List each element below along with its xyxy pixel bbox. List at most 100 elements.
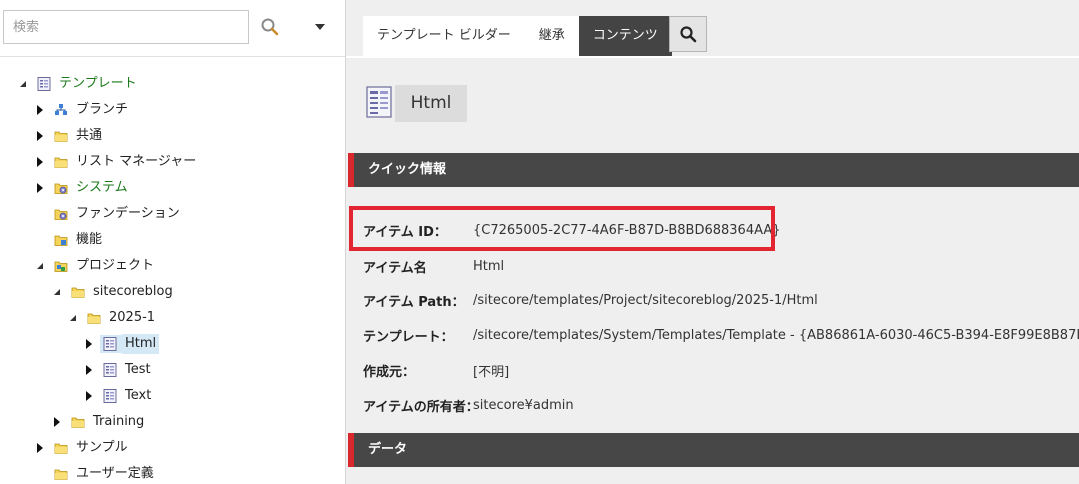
- tree-node-label[interactable]: ブランチ: [73, 100, 131, 120]
- tree-node[interactable]: テンプレート: [18, 73, 140, 95]
- tree-node[interactable]: Test: [84, 359, 154, 381]
- folder-icon: [87, 311, 101, 325]
- tree-node[interactable]: 機能: [35, 229, 105, 251]
- info-key: 作成元：: [363, 364, 416, 380]
- folder-icon: [71, 285, 85, 299]
- editor-tabs: テンプレート ビルダー 継承 コンテンツ: [363, 16, 672, 56]
- collapsed-arrow-icon[interactable]: [84, 385, 94, 407]
- tree-node-label[interactable]: プロジェクト: [73, 256, 157, 276]
- tree-node[interactable]: 共通: [35, 125, 105, 147]
- tree-node-label[interactable]: ファンデーション: [73, 204, 183, 224]
- tree-node[interactable]: Training: [52, 411, 147, 433]
- tab-template-builder[interactable]: テンプレート ビルダー: [363, 16, 525, 56]
- template-icon: [37, 77, 51, 91]
- quick-info-header[interactable]: クイック情報: [348, 153, 1079, 187]
- info-value: [不明]: [473, 364, 510, 380]
- tree-node[interactable]: プロジェクト: [35, 255, 157, 277]
- highlight-annotation: [349, 206, 775, 251]
- tree-node-label[interactable]: sitecoreblog: [90, 282, 176, 302]
- tree-node-label[interactable]: Html: [122, 334, 160, 354]
- tree-node[interactable]: ファンデーション: [35, 203, 183, 225]
- tree-node-label[interactable]: Test: [122, 360, 154, 380]
- info-value: sitecore¥admin: [473, 397, 574, 413]
- tree-node[interactable]: Html: [84, 333, 160, 355]
- quick-info-row: テンプレート： /sitecore/templates/System/Templa…: [363, 325, 1079, 345]
- tab-inheritance[interactable]: 継承: [524, 16, 579, 56]
- tab-content[interactable]: コンテンツ: [578, 16, 672, 56]
- tree-node-label[interactable]: Training: [90, 412, 147, 432]
- tree-node[interactable]: ユーザー定義: [35, 463, 157, 484]
- expanded-arrow-icon[interactable]: [52, 281, 62, 303]
- tree-node-label[interactable]: リスト マネージャー: [73, 152, 199, 172]
- search-input[interactable]: [3, 10, 249, 44]
- folder-icon: [54, 467, 68, 481]
- tree-node-label[interactable]: 機能: [73, 230, 105, 250]
- collapsed-arrow-icon[interactable]: [84, 359, 94, 381]
- tab-search-button[interactable]: [669, 16, 707, 52]
- tree-node-label[interactable]: システム: [73, 178, 131, 198]
- template-icon: [103, 363, 117, 377]
- node-icon-wrap: [84, 309, 106, 327]
- item-title: Html: [395, 85, 467, 122]
- tree-node[interactable]: 2025-1: [68, 307, 158, 329]
- tree-node[interactable]: ブランチ: [35, 99, 131, 121]
- template-icon: [103, 389, 117, 403]
- node-icon-wrap: [51, 179, 73, 197]
- quick-info-row: アイテム Path： /sitecore/templates/Project/si…: [363, 290, 818, 310]
- tree-node-label[interactable]: サンプル: [73, 438, 131, 458]
- expanded-arrow-icon[interactable]: [18, 73, 28, 95]
- collapsed-arrow-icon[interactable]: [35, 437, 45, 459]
- tree-node[interactable]: システム: [35, 177, 131, 199]
- tree-node[interactable]: sitecoreblog: [52, 281, 176, 303]
- collapsed-arrow-icon[interactable]: [35, 125, 45, 147]
- collapsed-arrow-icon[interactable]: [52, 411, 62, 433]
- feature-folder-icon: [54, 233, 68, 247]
- collapsed-arrow-icon[interactable]: [35, 177, 45, 199]
- tree-node-label[interactable]: ユーザー定義: [73, 464, 157, 484]
- content-tree-panel: テンプレートブランチ共通リスト マネージャーシステムファンデーション機能プロジェ…: [0, 0, 346, 484]
- collapsed-arrow-icon[interactable]: [35, 151, 45, 173]
- node-icon-wrap: [51, 101, 73, 119]
- template-icon: [366, 86, 392, 118]
- quick-info-row: アイテム名 Html: [363, 256, 504, 276]
- node-icon-wrap: [34, 75, 56, 93]
- collapsed-arrow-icon[interactable]: [35, 99, 45, 121]
- info-value: Html: [473, 258, 505, 274]
- node-icon-wrap: [100, 387, 122, 405]
- node-icon-wrap: [51, 465, 73, 483]
- expanded-arrow-icon[interactable]: [68, 307, 78, 329]
- folder-icon: [54, 155, 68, 169]
- tab-divider: [346, 56, 1079, 58]
- data-section-header[interactable]: データ: [348, 433, 1079, 467]
- node-icon-wrap: [51, 231, 73, 249]
- tree-node-label[interactable]: 共通: [73, 126, 105, 146]
- info-key: テンプレート：: [363, 329, 454, 345]
- tree-node-label[interactable]: Text: [122, 386, 154, 406]
- tree-node[interactable]: サンプル: [35, 437, 131, 459]
- search-icon[interactable]: [258, 16, 282, 40]
- info-value[interactable]: /sitecore/templates/System/Templates/Tem…: [473, 328, 1079, 343]
- tree-node[interactable]: リスト マネージャー: [35, 151, 199, 173]
- divider: [0, 56, 345, 57]
- tree-node[interactable]: Text: [84, 385, 154, 407]
- node-icon-wrap: [51, 257, 73, 275]
- collapsed-arrow-icon[interactable]: [84, 333, 94, 355]
- tree-node-label[interactable]: 2025-1: [106, 308, 158, 328]
- quick-info-row: アイテムの所有者： sitecore¥admin: [363, 395, 574, 415]
- node-icon-wrap: [100, 335, 122, 353]
- no-arrow-spacer: [35, 463, 45, 484]
- node-icon-wrap: [51, 153, 73, 171]
- tree-node-label[interactable]: テンプレート: [56, 74, 140, 94]
- expanded-arrow-icon[interactable]: [35, 255, 45, 277]
- quick-info-row: 作成元： [不明]: [363, 360, 509, 380]
- info-value[interactable]: /sitecore/templates/Project/sitecoreblog…: [473, 293, 818, 308]
- node-icon-wrap: [51, 439, 73, 457]
- content-editor: テンプレート ビルダー 継承 コンテンツ Html クイック情報 アイテム ID…: [346, 0, 1079, 484]
- search-icon: [680, 26, 697, 43]
- folder-icon: [71, 415, 85, 429]
- chevron-down-icon[interactable]: [312, 20, 328, 34]
- folder-icon: [54, 129, 68, 143]
- info-key: アイテムの所有者：: [363, 399, 479, 415]
- system-folder-icon: [54, 181, 68, 195]
- branch-icon: [54, 103, 68, 117]
